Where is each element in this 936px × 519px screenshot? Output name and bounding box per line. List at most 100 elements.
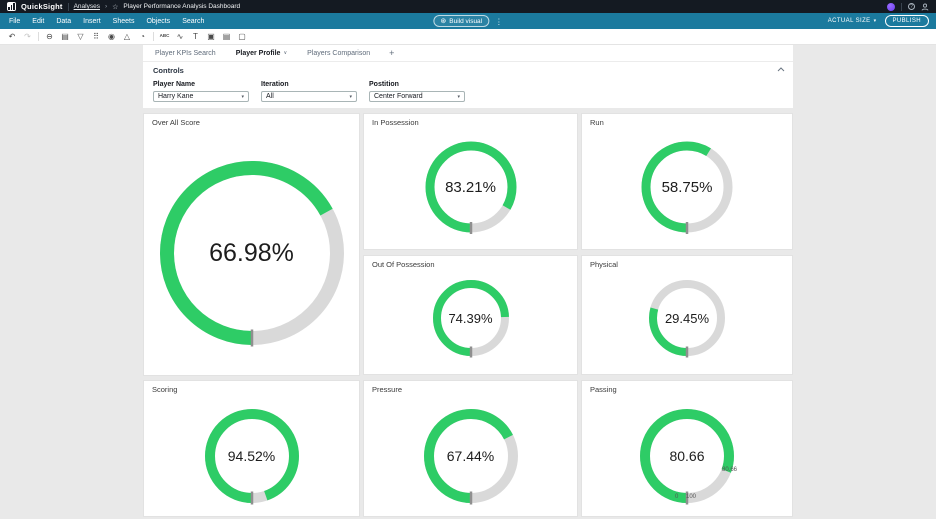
- add-sheet-button[interactable]: +: [380, 45, 403, 61]
- chevron-down-icon: ▾: [241, 94, 244, 100]
- text-icon[interactable]: T: [191, 33, 201, 41]
- menubar-right-group: ACTUAL SIZE ▾ PUBLISH: [828, 13, 929, 29]
- visual-in-possession[interactable]: In Possession 83.21%: [363, 113, 578, 250]
- filter-position: Postition Center Forward ▾: [369, 81, 465, 102]
- gauge-axis-max: 100: [686, 494, 696, 500]
- visual-title: Physical: [590, 260, 618, 269]
- zoom-level-label: ACTUAL SIZE: [828, 18, 871, 24]
- frame-icon[interactable]: ▣: [206, 33, 216, 41]
- user-icon[interactable]: [921, 3, 929, 11]
- filter-label: Iteration: [261, 81, 357, 88]
- dropdown-value: Center Forward: [374, 93, 423, 100]
- breadcrumb-analyses[interactable]: Analyses: [74, 3, 100, 10]
- gauge-value: 29.45%: [647, 278, 727, 358]
- tab-label: Player KPIs Search: [155, 50, 216, 57]
- build-visual-button[interactable]: ⊛ Build visual: [433, 15, 489, 27]
- quicksight-logo-icon: [7, 2, 16, 11]
- avatar[interactable]: [887, 3, 895, 11]
- sheet-header: Player KPIs Search Player Profile ∨ Play…: [143, 45, 793, 108]
- visual-run[interactable]: Run 58.75%: [581, 113, 793, 250]
- visual-title: Scoring: [152, 385, 177, 394]
- visual-over-all-score[interactable]: Over All Score 66.98%: [143, 113, 360, 376]
- app-header: QuickSight Analyses › ☆ Player Performan…: [0, 0, 936, 13]
- image-icon[interactable]: ▤: [222, 33, 232, 41]
- gauge-value: 66.98%: [157, 158, 347, 348]
- tab-player-profile[interactable]: Player Profile ∨: [226, 45, 297, 61]
- visual-title: Pressure: [372, 385, 402, 394]
- header-right-group: ?: [887, 3, 929, 11]
- zoom-level-dropdown[interactable]: ACTUAL SIZE ▾: [828, 18, 877, 24]
- dropdown-value: Harry Kane: [158, 93, 193, 100]
- line-icon[interactable]: ∿: [175, 33, 185, 41]
- redo-icon[interactable]: ↷: [23, 33, 33, 41]
- visual-title: In Possession: [372, 118, 419, 127]
- filter-label: Postition: [369, 81, 465, 88]
- edit-toolbar: ↶ ↷ ⊖ ▤ ▽ ⠿ ◉ △ ◔ ABC ∿ T ▣ ▤ ▢: [0, 29, 936, 45]
- help-icon[interactable]: ?: [908, 3, 915, 10]
- tab-player-kpis-search[interactable]: Player KPIs Search: [145, 45, 226, 61]
- quicksight-analysis-page: QuickSight Analyses › ☆ Player Performan…: [0, 0, 936, 519]
- sheet-frame-icon[interactable]: ▢: [237, 33, 247, 41]
- parameter-icon[interactable]: ⠿: [91, 33, 101, 41]
- divider: [153, 32, 154, 41]
- gauge-value: 83.21%: [423, 139, 519, 235]
- gauge-value: 67.44%: [421, 406, 521, 506]
- brand-name: QuickSight: [21, 2, 63, 11]
- filter-icon[interactable]: ▽: [76, 33, 86, 41]
- tab-label: Player Profile: [236, 50, 281, 57]
- visual-passing[interactable]: Passing 80.66 80.66 0 100: [581, 380, 793, 517]
- tab-players-comparison[interactable]: Players Comparison: [297, 45, 380, 61]
- refresh-clock-icon[interactable]: ◔: [138, 33, 148, 41]
- visual-title: Run: [590, 118, 604, 127]
- position-dropdown[interactable]: Center Forward ▾: [369, 91, 465, 102]
- action-pin-icon[interactable]: ◉: [107, 33, 117, 41]
- dataset-icon[interactable]: ⊖: [45, 33, 55, 41]
- tab-label: Players Comparison: [307, 50, 370, 57]
- gauge-value: 80.66: [637, 406, 737, 506]
- chevron-down-icon: ▾: [457, 94, 460, 100]
- visual-physical[interactable]: Physical 29.45%: [581, 255, 793, 375]
- visual-pressure[interactable]: Pressure 67.44%: [363, 380, 578, 517]
- menu-sheets[interactable]: Sheets: [113, 18, 135, 25]
- breadcrumb-chevron-icon: ›: [105, 3, 107, 10]
- menu-edit[interactable]: Edit: [32, 18, 44, 25]
- build-visual-group: ⊛ Build visual ⋮: [433, 13, 502, 29]
- sheet-tabs: Player KPIs Search Player Profile ∨ Play…: [143, 45, 793, 62]
- gauge-value: 94.52%: [202, 406, 302, 506]
- visual-icon[interactable]: ▤: [60, 33, 70, 41]
- visual-title: Passing: [590, 385, 617, 394]
- menu-insert[interactable]: Insert: [83, 18, 101, 25]
- dropdown-value: All: [266, 93, 274, 100]
- chevron-down-icon: ▾: [349, 94, 352, 100]
- visual-title: Out Of Possession: [372, 260, 435, 269]
- visual-scoring[interactable]: Scoring 94.52%: [143, 380, 360, 517]
- iteration-dropdown[interactable]: All ▾: [261, 91, 357, 102]
- menu-bar: File Edit Data Insert Sheets Objects Sea…: [0, 13, 936, 29]
- build-visual-label: Build visual: [449, 18, 482, 25]
- filter-iteration: Iteration All ▾: [261, 81, 357, 102]
- controls-title: Controls: [153, 66, 184, 75]
- visual-out-of-possession[interactable]: Out Of Possession 74.39%: [363, 255, 578, 375]
- menu-search[interactable]: Search: [182, 18, 204, 25]
- menu-objects[interactable]: Objects: [146, 18, 170, 25]
- chevron-down-icon: ▾: [874, 18, 877, 24]
- theme-icon[interactable]: △: [122, 33, 132, 41]
- collapse-chevron-icon[interactable]: [777, 67, 785, 72]
- visual-title: Over All Score: [152, 118, 200, 127]
- menu-file[interactable]: File: [9, 18, 20, 25]
- menu-data[interactable]: Data: [56, 18, 71, 25]
- favorite-star-icon[interactable]: ☆: [112, 3, 118, 11]
- gauge-value: 74.39%: [431, 278, 511, 358]
- analysis-title: Player Performance Analysis Dashboard: [123, 3, 240, 10]
- divider: [68, 3, 69, 11]
- publish-button[interactable]: PUBLISH: [885, 15, 929, 27]
- abc-parameter-icon[interactable]: ABC: [160, 34, 170, 39]
- player-name-dropdown[interactable]: Harry Kane ▾: [153, 91, 249, 102]
- more-options-icon[interactable]: ⋮: [495, 17, 503, 26]
- undo-icon[interactable]: ↶: [7, 33, 17, 41]
- gauge-axis-min: 0: [675, 494, 678, 500]
- gauge-end-label: 80.66: [722, 467, 737, 473]
- divider: [38, 32, 39, 41]
- filter-player-name: Player Name Harry Kane ▾: [153, 81, 249, 102]
- chevron-down-icon: ∨: [283, 50, 287, 56]
